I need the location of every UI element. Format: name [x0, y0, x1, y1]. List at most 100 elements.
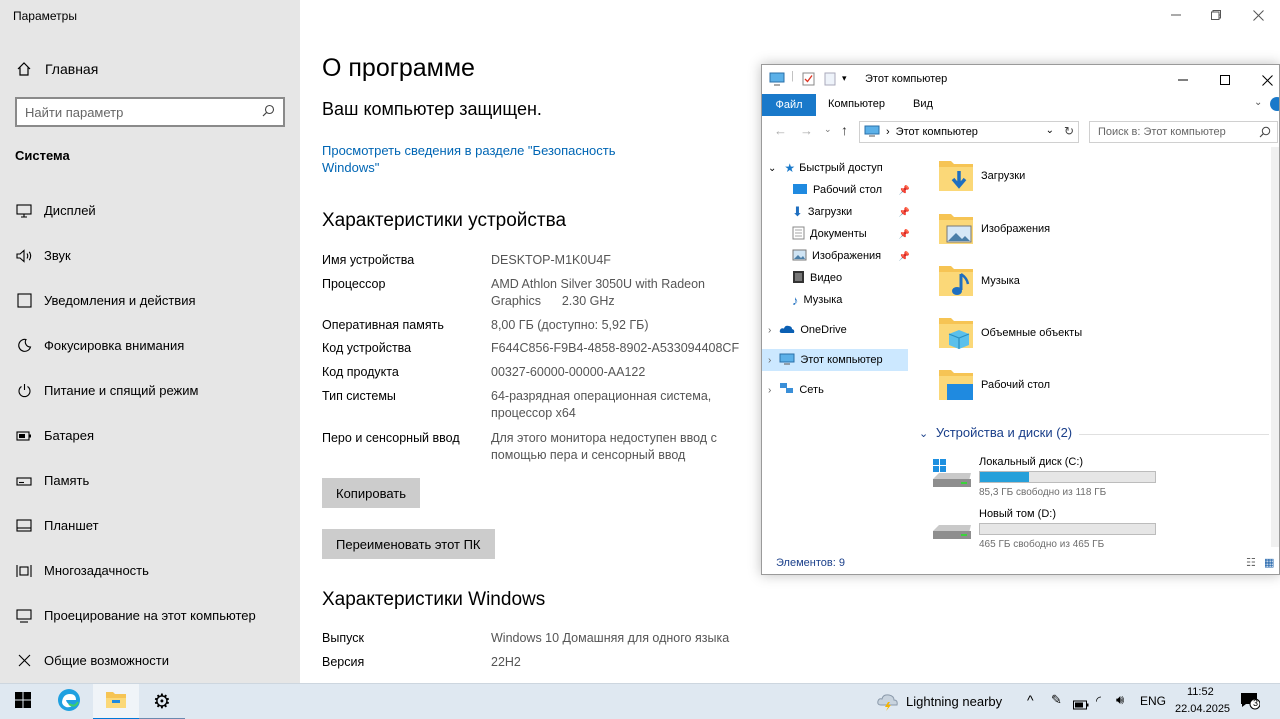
- pin-icon[interactable]: 📌: [899, 207, 910, 218]
- tree-pictures[interactable]: Изображения 📌: [792, 245, 910, 267]
- tree-downloads[interactable]: ⬇ Загрузки 📌: [792, 201, 910, 223]
- security-link[interactable]: Просмотреть сведения в разделе "Безопасн…: [322, 142, 642, 176]
- settings-maximize-button[interactable]: [1196, 3, 1236, 27]
- folder-3d-objects[interactable]: Объемные объекты: [937, 308, 1082, 358]
- settings-min-button[interactable]: [1156, 3, 1196, 27]
- taskbar-settings-button[interactable]: ⚙: [139, 684, 185, 719]
- explorer-search-box[interactable]: Поиск в: Этот компьютер: [1089, 121, 1278, 143]
- nav-item-display[interactable]: Дисплей: [15, 188, 295, 233]
- address-dropdown-icon[interactable]: ⌄: [1046, 125, 1054, 136]
- nav-item-focus-assist[interactable]: Фокусировка внимания: [15, 323, 295, 368]
- windows-drive-icon: [931, 459, 973, 494]
- this-pc-icon: [769, 72, 785, 89]
- address-bar[interactable]: › Этот компьютер ⌄ ↻: [859, 121, 1079, 143]
- folder-label: Рабочий стол: [981, 379, 1051, 391]
- recent-dropdown-icon[interactable]: ⌄: [824, 124, 832, 135]
- tree-documents[interactable]: Документы 📌: [792, 223, 910, 245]
- wifi-icon[interactable]: ◜: [1096, 693, 1101, 709]
- pen-icon[interactable]: ✎: [1051, 692, 1062, 708]
- large-icons-view-icon[interactable]: ▦: [1264, 556, 1274, 569]
- folder-music[interactable]: Музыка: [937, 256, 1020, 306]
- folder-desktop[interactable]: Рабочий стол: [937, 360, 1050, 410]
- folder-downloads[interactable]: Загрузки: [937, 151, 1025, 201]
- weather-icon[interactable]: [876, 691, 900, 716]
- tree-videos[interactable]: Видео: [792, 267, 842, 289]
- explorer-maximize-button[interactable]: [1205, 68, 1245, 92]
- new-folder-icon[interactable]: [824, 72, 836, 89]
- nav-item-projecting[interactable]: Проецирование на этот компьютер: [15, 593, 295, 638]
- pictures-icon: [792, 249, 807, 264]
- battery-tray-icon[interactable]: [1073, 697, 1089, 715]
- details-view-icon[interactable]: ☷: [1246, 556, 1256, 569]
- tree-desktop[interactable]: Рабочий стол 📌: [792, 179, 910, 201]
- pin-icon[interactable]: 📌: [899, 185, 910, 196]
- folder-pictures[interactable]: Изображения: [937, 204, 1050, 254]
- folder-label: Музыка: [981, 275, 1020, 287]
- forward-arrow-icon[interactable]: →: [800, 123, 813, 138]
- drive-free-space: 85,3 ГБ свободно из 118 ГБ: [979, 487, 1107, 498]
- tablet-icon: [15, 519, 33, 532]
- input-language[interactable]: ENG: [1140, 694, 1166, 708]
- collapse-chevron-icon[interactable]: ›: [768, 385, 771, 396]
- explorer-close-button[interactable]: [1247, 68, 1279, 92]
- clock-time[interactable]: 11:52: [1187, 686, 1214, 698]
- taskbar-edge-button[interactable]: [46, 684, 92, 719]
- tree-music[interactable]: ♪ Музыка: [792, 289, 842, 311]
- settings-close-button[interactable]: [1238, 3, 1278, 27]
- drive-usage-bar: [979, 471, 1156, 483]
- settings-search-input[interactable]: [25, 104, 262, 120]
- devices-group-header[interactable]: ⌄ Устройства и диски (2): [919, 425, 1269, 440]
- refresh-icon[interactable]: ↻: [1064, 124, 1074, 138]
- group-collapse-icon[interactable]: ⌄: [919, 428, 928, 440]
- clock-date[interactable]: 22.04.2025: [1175, 703, 1230, 715]
- nav-item-label: Планшет: [44, 518, 99, 533]
- nav-item-shared-experiences[interactable]: Общие возможности: [15, 638, 295, 683]
- start-button[interactable]: [0, 684, 46, 719]
- pin-icon[interactable]: 📌: [899, 251, 910, 262]
- nav-item-power[interactable]: Питание и спящий режим: [15, 368, 295, 413]
- sound-icon: [15, 248, 33, 263]
- drive-label: Новый том (D:): [979, 508, 1056, 520]
- nav-item-storage[interactable]: Память: [15, 458, 295, 503]
- ribbon-expand-icon[interactable]: ⌄: [1254, 97, 1262, 108]
- ribbon-view-tab[interactable]: Вид: [913, 98, 933, 110]
- drive-d[interactable]: Новый том (D:) 465 ГБ свободно из 465 ГБ: [931, 505, 1261, 553]
- properties-icon[interactable]: [802, 72, 815, 89]
- settings-search[interactable]: [15, 97, 285, 127]
- collapse-chevron-icon[interactable]: ›: [768, 355, 771, 366]
- tree-label: Рабочий стол: [813, 184, 883, 196]
- explorer-minimize-button[interactable]: [1163, 68, 1203, 92]
- nav-item-sound[interactable]: Звук: [15, 233, 295, 278]
- drive-c[interactable]: Локальный диск (C:) 85,3 ГБ свободно из …: [931, 453, 1261, 501]
- expand-chevron-icon[interactable]: ⌄: [768, 163, 776, 174]
- back-arrow-icon[interactable]: ←: [774, 123, 787, 138]
- ribbon-file-tab[interactable]: Файл: [762, 94, 816, 116]
- tree-onedrive[interactable]: › OneDrive: [768, 319, 847, 341]
- volume-icon[interactable]: 🔊︎: [1116, 692, 1124, 708]
- nav-item-tablet[interactable]: Планшет: [15, 503, 295, 548]
- rename-pc-button[interactable]: Переименовать этот ПК: [322, 529, 495, 559]
- explorer-title: Этот компьютер: [865, 73, 948, 85]
- nav-item-notifications[interactable]: Уведомления и действия: [15, 278, 295, 323]
- taskbar-explorer-button[interactable]: [93, 684, 139, 719]
- spec-key: Тип системы: [322, 389, 396, 403]
- nav-item-battery[interactable]: Батарея: [15, 413, 295, 458]
- up-arrow-icon[interactable]: ↑: [841, 122, 848, 138]
- nav-item-multitasking[interactable]: Многозадачность: [15, 548, 295, 593]
- tree-network[interactable]: › Сеть: [768, 379, 824, 401]
- qat-dropdown-icon[interactable]: ▾: [842, 73, 847, 84]
- pin-icon[interactable]: 📌: [899, 229, 910, 240]
- nav-item-label: Звук: [44, 248, 71, 263]
- help-icon[interactable]: [1270, 97, 1279, 111]
- nav-home[interactable]: Главная: [15, 58, 98, 80]
- weather-text[interactable]: Lightning nearby: [906, 694, 1002, 709]
- spec-value: Для этого монитора недоступен ввод с пом…: [491, 431, 717, 462]
- collapse-chevron-icon[interactable]: ›: [768, 325, 771, 336]
- spec-value: Windows 10 Домашняя для одного языка: [491, 631, 730, 645]
- content-scrollbar[interactable]: [1271, 147, 1279, 547]
- show-hidden-icons-icon[interactable]: ^: [1027, 692, 1034, 708]
- tree-quick-access[interactable]: ⌄ ★ Быстрый доступ: [768, 157, 883, 179]
- ribbon-computer-tab[interactable]: Компьютер: [828, 98, 885, 110]
- copy-button[interactable]: Копировать: [322, 478, 420, 508]
- tree-this-pc[interactable]: › Этот компьютер: [762, 349, 908, 371]
